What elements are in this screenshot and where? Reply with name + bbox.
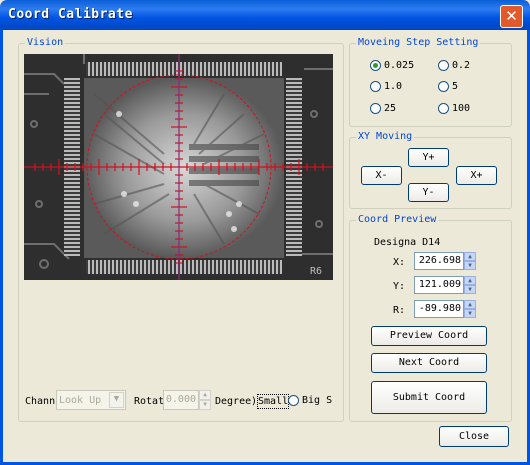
close-button[interactable]: Close (439, 426, 509, 447)
x-down-icon[interactable]: ▼ (464, 261, 476, 270)
step-option-0.025[interactable]: 0.025 (370, 60, 414, 72)
camera-image: R6 (24, 54, 333, 280)
xy-group-label: XY Moving (356, 131, 415, 142)
step-option-label: 0.025 (384, 60, 415, 71)
step-option-1.0[interactable]: 1.0 (370, 81, 402, 93)
x-minus-button[interactable]: X- (361, 166, 402, 185)
designator-label: Designa D14 (374, 237, 441, 248)
step-option-25[interactable]: 25 (370, 103, 396, 115)
y-plus-button[interactable]: Y+ (408, 148, 449, 167)
x-label: X: (393, 257, 406, 268)
degree-label: Degree (215, 396, 252, 407)
radio-icon (438, 81, 449, 92)
submit-coord-button[interactable]: Submit Coord (371, 381, 487, 414)
r-up-icon[interactable]: ▲ (464, 300, 476, 309)
rotate-value: 0.000 (163, 390, 199, 410)
step-group-label: Moveing Step Setting (356, 37, 481, 48)
next-coord-button[interactable]: Next Coord (371, 353, 487, 373)
small-label: Small (258, 396, 289, 407)
channel-select-value: Look Up (59, 395, 102, 406)
chevron-down-icon: ▼ (109, 392, 124, 408)
window-close-button[interactable]: ✕ (500, 5, 523, 28)
big-radio-icon (288, 395, 299, 406)
y-up-icon[interactable]: ▲ (464, 276, 476, 285)
big-radio[interactable]: Big S (288, 395, 332, 407)
vision-group-label: Vision (25, 37, 66, 48)
window-title: Coord Calibrate (8, 7, 133, 22)
x-value[interactable]: 226.698 (414, 252, 464, 270)
step-option-5[interactable]: 5 (438, 81, 458, 93)
preview-group-label: Coord Preview (356, 214, 439, 225)
camera-view[interactable]: R6 (24, 54, 333, 280)
step-option-0.2[interactable]: 0.2 (438, 60, 470, 72)
radio-selected-icon (370, 60, 381, 71)
step-option-label: 1.0 (384, 81, 403, 92)
radio-icon (370, 103, 381, 114)
camera-overlay-text: R6 (310, 266, 322, 277)
channel-label: Chann (25, 396, 56, 407)
y-label: Y: (393, 281, 406, 292)
x-plus-button[interactable]: X+ (456, 166, 497, 185)
title-bar: Coord Calibrate ✕ (0, 0, 530, 30)
rotate-stepper[interactable]: 0.000 ▲ ▼ (163, 390, 213, 410)
rotate-down-icon[interactable]: ▼ (199, 400, 211, 410)
r-value[interactable]: -89.980 (414, 300, 464, 318)
preview-coord-button[interactable]: Preview Coord (371, 326, 487, 346)
step-option-100[interactable]: 100 (438, 103, 470, 115)
big-label: Big S (302, 395, 333, 406)
radio-icon (370, 81, 381, 92)
channel-select[interactable]: Look Up ▼ (56, 390, 126, 410)
step-option-label: 5 (452, 81, 459, 92)
y-value[interactable]: 121.009 (414, 276, 464, 294)
r-down-icon[interactable]: ▼ (464, 309, 476, 318)
small-radio[interactable]: Small (257, 394, 290, 409)
y-minus-button[interactable]: Y- (408, 183, 449, 202)
step-option-label: 0.2 (452, 60, 471, 71)
rotate-label: Rotat (134, 396, 165, 407)
radio-icon (438, 60, 449, 71)
r-label: R: (393, 305, 406, 316)
step-option-label: 25 (384, 103, 397, 114)
rotate-up-icon[interactable]: ▲ (199, 390, 211, 400)
step-option-label: 100 (452, 103, 471, 114)
x-up-icon[interactable]: ▲ (464, 252, 476, 261)
radio-icon (438, 103, 449, 114)
y-down-icon[interactable]: ▼ (464, 285, 476, 294)
